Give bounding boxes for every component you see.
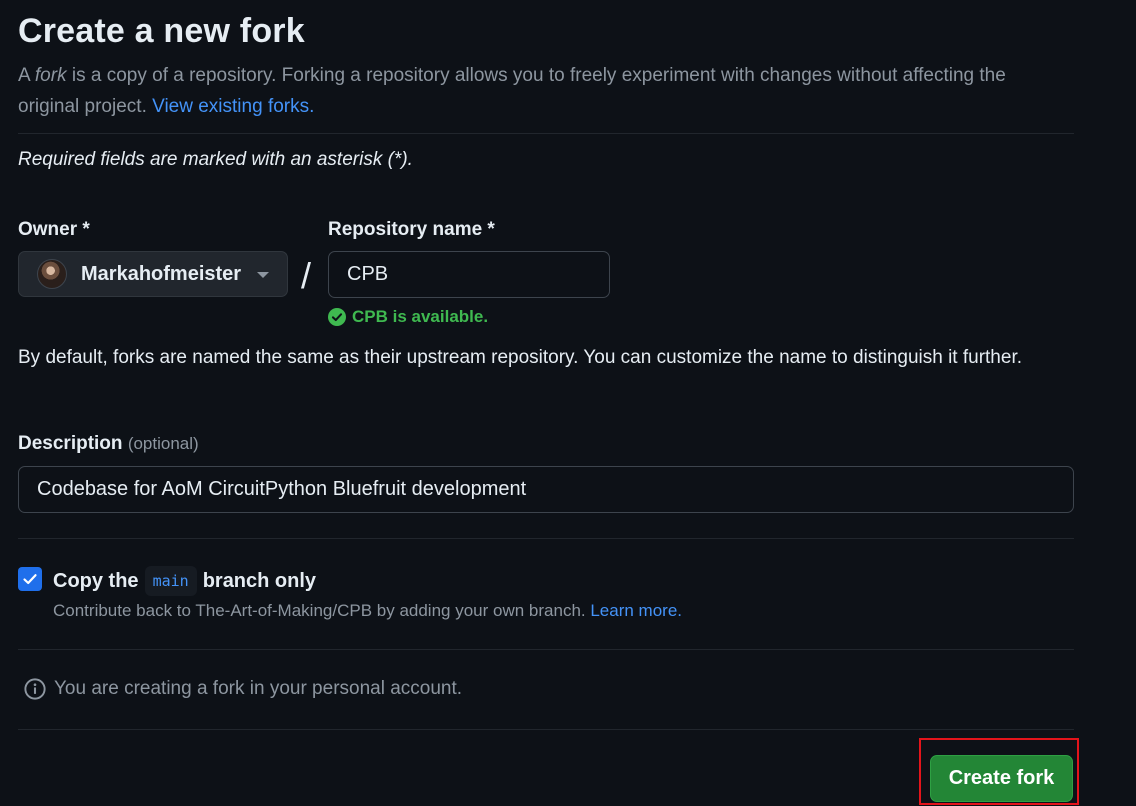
divider: [18, 649, 1074, 650]
description-input[interactable]: [18, 466, 1074, 513]
owner-name: Markahofmeister: [81, 262, 242, 285]
divider: [18, 729, 1074, 730]
availability-status: CPB is available.: [328, 307, 488, 327]
default-name-note: By default, forks are named the same as …: [18, 347, 1023, 368]
page-title: Create a new fork: [18, 12, 305, 50]
owner-label: Owner *: [18, 219, 90, 240]
copy-branch-prefix: Copy the: [53, 569, 139, 592]
create-fork-button[interactable]: Create fork: [930, 755, 1073, 802]
personal-account-info: You are creating a fork in your personal…: [24, 678, 462, 700]
avatar: [37, 259, 67, 289]
owner-select[interactable]: Markahofmeister: [18, 251, 288, 297]
copy-main-branch-checkbox[interactable]: [18, 567, 42, 591]
copy-branch-suffix: branch only: [202, 569, 317, 592]
branch-name-code: main: [144, 566, 197, 596]
intro-text: A fork is a copy of a repository. Forkin…: [18, 60, 1058, 122]
intro-emphasis: fork: [34, 65, 67, 86]
divider: [18, 133, 1074, 134]
check-circle-icon: [328, 308, 346, 326]
owner-repo-separator: /: [301, 255, 312, 296]
contribute-text: Contribute back to The-Art-of-Making/CPB…: [53, 601, 591, 620]
intro-prefix: A: [18, 65, 35, 86]
repository-name-label: Repository name *: [328, 219, 495, 240]
optional-hint: (optional): [127, 434, 199, 453]
description-label-text: Description: [18, 433, 123, 454]
description-label: Description (optional): [18, 433, 199, 455]
availability-text: CPB is available.: [352, 307, 489, 326]
info-text: You are creating a fork in your personal…: [54, 678, 463, 699]
create-fork-page: Create a new fork A fork is a copy of a …: [18, 0, 1079, 806]
checkmark-icon: [23, 574, 37, 585]
copy-branch-label[interactable]: Copy the main branch only: [53, 566, 316, 596]
caret-down-icon: [257, 272, 269, 278]
view-forks-link[interactable]: View existing forks.: [152, 96, 314, 117]
contribute-note: Contribute back to The-Art-of-Making/CPB…: [53, 601, 682, 621]
learn-more-link[interactable]: Learn more.: [590, 601, 682, 620]
divider: [18, 538, 1074, 539]
repository-name-input[interactable]: [328, 251, 610, 298]
required-fields-note: Required fields are marked with an aster…: [18, 149, 413, 170]
info-icon: [24, 678, 46, 700]
